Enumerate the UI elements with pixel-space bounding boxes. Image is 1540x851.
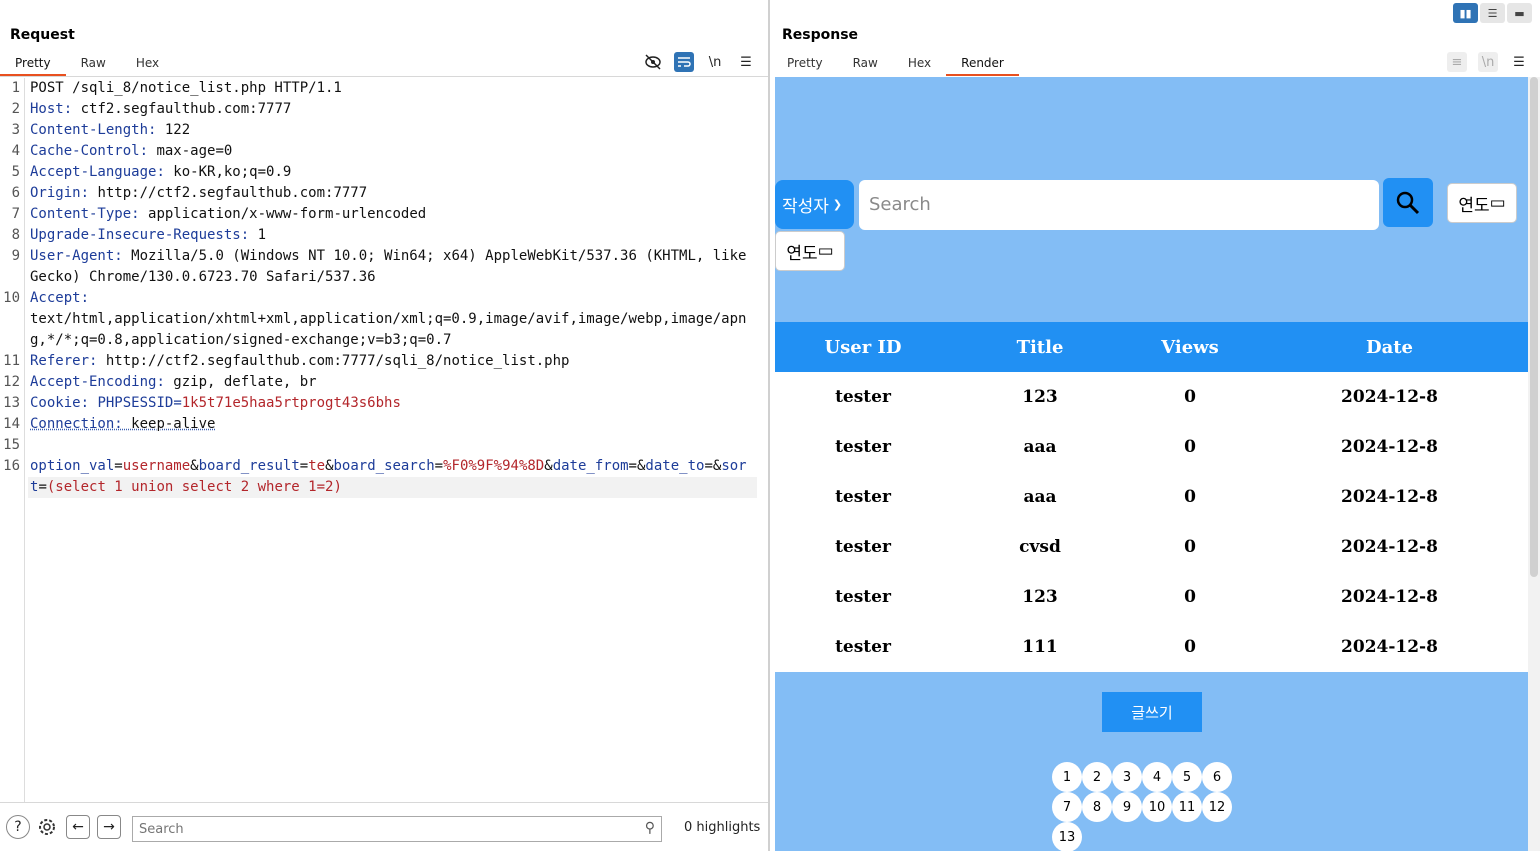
table-row[interactable]: tester aaa 0 2024-12-8 <box>775 422 1528 472</box>
date-to-input[interactable]: 연도 ▭ <box>775 231 845 271</box>
tab-pretty[interactable]: Pretty <box>0 54 66 76</box>
calendar-icon: ▭ <box>1489 193 1506 213</box>
layout-side-by-side-icon[interactable]: ▮▮ <box>1453 3 1478 23</box>
request-divider <box>0 76 768 77</box>
request-search-input[interactable] <box>133 817 623 841</box>
page-button[interactable]: 13 <box>1052 822 1082 851</box>
page-button[interactable]: 6 <box>1202 762 1232 792</box>
tab-raw[interactable]: Raw <box>838 54 893 76</box>
menu-icon[interactable]: ☰ <box>736 52 756 72</box>
page-button[interactable]: 3 <box>1112 762 1142 792</box>
author-select-label: 작성자 <box>782 197 829 217</box>
search-icon[interactable]: ⚲ <box>645 820 655 836</box>
board-table: User ID Title Views Date tester 123 0 20… <box>775 322 1528 672</box>
date-from-input[interactable]: 연도 ▭ <box>1447 183 1517 223</box>
table-row[interactable]: tester cvsd 0 2024-12-8 <box>775 522 1528 572</box>
board-search-input[interactable]: Search <box>859 180 1379 230</box>
column-user-id[interactable]: User ID <box>775 322 951 372</box>
table-row[interactable]: tester aaa 0 2024-12-8 <box>775 472 1528 522</box>
calendar-icon: ▭ <box>817 241 834 261</box>
page-button[interactable]: 10 <box>1142 792 1172 822</box>
tab-pretty[interactable]: Pretty <box>772 54 838 76</box>
newline-toggle-icon[interactable]: \n <box>705 52 725 72</box>
response-pane: ▮▮ ☰ ▬ Response Pretty Raw Hex Render ≡ … <box>770 0 1540 851</box>
menu-icon[interactable]: ☰ <box>1509 52 1529 72</box>
column-title[interactable]: Title <box>951 322 1129 372</box>
layout-tabs-icon[interactable]: ▬ <box>1507 3 1532 23</box>
help-icon[interactable]: ? <box>6 815 30 839</box>
newline-toggle-icon: \n <box>1478 52 1498 72</box>
column-views[interactable]: Views <box>1129 322 1251 372</box>
table-row[interactable]: tester 123 0 2024-12-8 <box>775 372 1528 422</box>
wrap-lines-icon: ≡ <box>1447 52 1467 72</box>
column-date[interactable]: Date <box>1251 322 1528 372</box>
request-footer: ? ← → ⚲ 0 highlights <box>0 802 768 851</box>
page-button[interactable]: 5 <box>1172 762 1202 792</box>
line-gutter <box>24 78 25 802</box>
table-row[interactable]: tester 123 0 2024-12-8 <box>775 572 1528 622</box>
request-search: ⚲ <box>132 816 662 842</box>
search-button[interactable] <box>1383 178 1433 227</box>
table-row[interactable]: tester 111 0 2024-12-8 <box>775 622 1528 672</box>
author-select[interactable]: 작성자 ❯ <box>775 180 854 229</box>
page-button[interactable]: 1 <box>1052 762 1082 792</box>
tab-raw[interactable]: Raw <box>66 54 121 76</box>
table-header-row: User ID Title Views Date <box>775 322 1528 372</box>
response-title: Response <box>782 27 859 43</box>
layout-stacked-icon[interactable]: ☰ <box>1480 3 1505 23</box>
page-button[interactable]: 4 <box>1142 762 1172 792</box>
render-scrollbar[interactable] <box>1528 77 1540 851</box>
layout-switcher: ▮▮ ☰ ▬ <box>1453 3 1532 23</box>
response-tabs: Pretty Raw Hex Render <box>772 54 1019 76</box>
highlights-count: 0 highlights <box>684 820 761 835</box>
request-tabs: Pretty Raw Hex <box>0 54 174 76</box>
tab-render[interactable]: Render <box>946 54 1019 76</box>
chevron-down-icon: ❯ <box>832 198 843 211</box>
magnifier-icon <box>1396 191 1420 214</box>
settings-gear-icon[interactable] <box>35 815 59 839</box>
page-button[interactable]: 2 <box>1082 762 1112 792</box>
page-button[interactable]: 7 <box>1052 792 1082 822</box>
page-button[interactable]: 12 <box>1202 792 1232 822</box>
forward-arrow-icon[interactable]: → <box>97 815 121 839</box>
hide-nonprintable-icon[interactable] <box>643 52 663 72</box>
wrap-lines-icon[interactable] <box>674 52 694 72</box>
request-editor[interactable]: 1 POST /sqli_8/notice_list.php HTTP/1.1 … <box>0 78 768 802</box>
page-button[interactable]: 11 <box>1172 792 1202 822</box>
tab-hex[interactable]: Hex <box>121 54 174 76</box>
page-button[interactable]: 8 <box>1082 792 1112 822</box>
write-post-button[interactable]: 글쓰기 <box>1102 692 1202 732</box>
burp-repeater: Request Pretty Raw Hex \n ☰ 1 POST /sqli… <box>0 0 1540 851</box>
tab-hex[interactable]: Hex <box>893 54 946 76</box>
request-pane: Request Pretty Raw Hex \n ☰ 1 POST /sqli… <box>0 0 768 851</box>
request-title: Request <box>10 27 75 43</box>
page-button[interactable]: 9 <box>1112 792 1142 822</box>
scrollbar-thumb[interactable] <box>1530 77 1538 577</box>
back-arrow-icon[interactable]: ← <box>66 815 90 839</box>
rendered-page: 작성자 ❯ Search 연도 ▭ 연도 ▭ User ID Title Views <box>775 77 1528 851</box>
